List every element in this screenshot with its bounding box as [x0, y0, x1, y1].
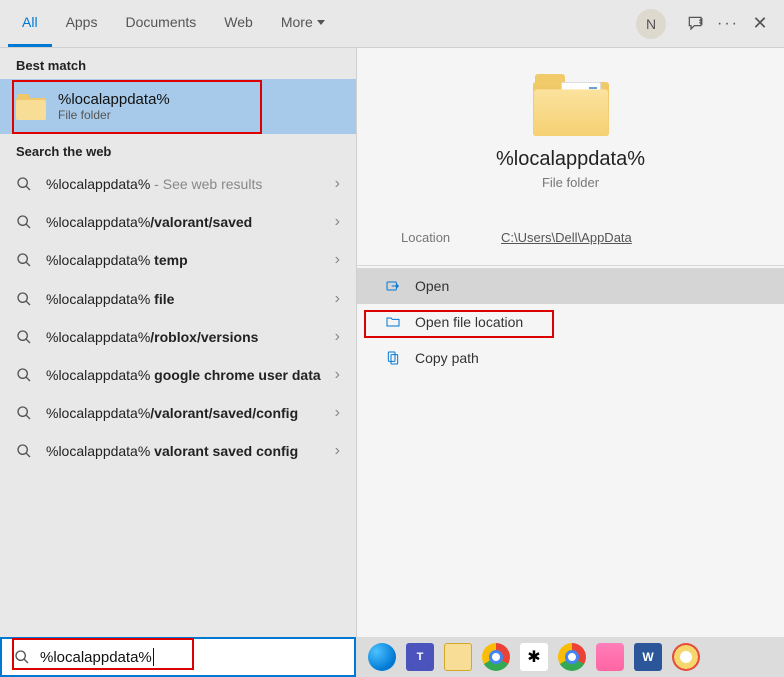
- action-open[interactable]: Open: [357, 268, 784, 304]
- chevron-right-icon: ›: [335, 290, 340, 308]
- action-copy-path[interactable]: Copy path: [357, 340, 784, 376]
- taskbar-snip-icon[interactable]: [596, 643, 624, 671]
- folder-location-icon: [385, 314, 401, 330]
- section-best-match: Best match: [0, 48, 356, 79]
- feedback-icon[interactable]: [680, 8, 712, 40]
- results-list: Best match %localappdata% File folder Se…: [0, 48, 356, 637]
- chevron-right-icon: ›: [335, 251, 340, 269]
- taskbar-explorer-icon[interactable]: [444, 643, 472, 671]
- folder-icon: [16, 94, 46, 120]
- search-icon: [16, 443, 32, 459]
- detail-title: %localappdata%: [377, 148, 764, 171]
- chevron-right-icon: ›: [335, 175, 340, 193]
- tab-all[interactable]: All: [8, 0, 52, 47]
- close-button[interactable]: ✕: [744, 8, 776, 40]
- web-result[interactable]: %localappdata% - See web results ›: [0, 165, 356, 203]
- action-open-file-location[interactable]: Open file location: [357, 304, 784, 340]
- best-match-subtitle: File folder: [58, 108, 170, 122]
- web-result[interactable]: %localappdata% google chrome user data ›: [0, 356, 356, 394]
- section-search-web: Search the web: [0, 134, 356, 165]
- chevron-right-icon: ›: [335, 404, 340, 422]
- web-result[interactable]: %localappdata%/valorant/saved/config ›: [0, 394, 356, 432]
- taskbar-area: %localappdata% T ✱ W: [0, 637, 784, 677]
- search-icon: [16, 405, 32, 421]
- chevron-right-icon: ›: [335, 213, 340, 231]
- location-value[interactable]: C:\Users\Dell\AppData: [501, 230, 632, 245]
- open-icon: [385, 278, 401, 294]
- search-query-text: %localappdata%: [40, 649, 152, 666]
- taskbar-word-icon[interactable]: W: [634, 643, 662, 671]
- best-match-title: %localappdata%: [58, 91, 170, 108]
- copy-icon: [385, 350, 401, 366]
- chevron-right-icon: ›: [335, 328, 340, 346]
- taskbar-teams-icon[interactable]: T: [406, 643, 434, 671]
- web-result[interactable]: %localappdata% file ›: [0, 280, 356, 318]
- detail-subtitle: File folder: [377, 175, 764, 190]
- search-icon: [16, 176, 32, 192]
- chevron-right-icon: ›: [335, 442, 340, 460]
- search-icon: [16, 291, 32, 307]
- web-result[interactable]: %localappdata%/roblox/versions ›: [0, 318, 356, 356]
- search-input[interactable]: %localappdata%: [0, 637, 356, 677]
- detail-panel: %localappdata% File folder Location C:\U…: [356, 48, 784, 637]
- web-result[interactable]: %localappdata% valorant saved config ›: [0, 432, 356, 470]
- tab-web[interactable]: Web: [210, 0, 267, 47]
- tab-apps[interactable]: Apps: [52, 0, 112, 47]
- more-options-icon[interactable]: ···: [712, 8, 744, 40]
- location-label: Location: [401, 230, 461, 245]
- tab-more[interactable]: More: [267, 0, 339, 47]
- taskbar-chrome-icon[interactable]: [482, 643, 510, 671]
- taskbar-paint-icon[interactable]: [672, 643, 700, 671]
- tab-documents[interactable]: Documents: [111, 0, 210, 47]
- search-tabs: All Apps Documents Web More N ··· ✕: [0, 0, 784, 48]
- folder-icon-large: [533, 72, 609, 136]
- taskbar-edge-icon[interactable]: [368, 643, 396, 671]
- taskbar: T ✱ W: [356, 637, 784, 677]
- chevron-down-icon: [317, 20, 325, 25]
- search-icon: [16, 214, 32, 230]
- search-icon: [16, 367, 32, 383]
- web-result[interactable]: %localappdata% temp ›: [0, 241, 356, 279]
- chevron-right-icon: ›: [335, 366, 340, 384]
- search-icon: [16, 252, 32, 268]
- search-icon: [16, 329, 32, 345]
- web-result[interactable]: %localappdata%/valorant/saved ›: [0, 203, 356, 241]
- user-avatar[interactable]: N: [636, 9, 666, 39]
- best-match-item[interactable]: %localappdata% File folder: [0, 79, 356, 134]
- taskbar-slack-icon[interactable]: ✱: [520, 643, 548, 671]
- taskbar-chrome-canary-icon[interactable]: [558, 643, 586, 671]
